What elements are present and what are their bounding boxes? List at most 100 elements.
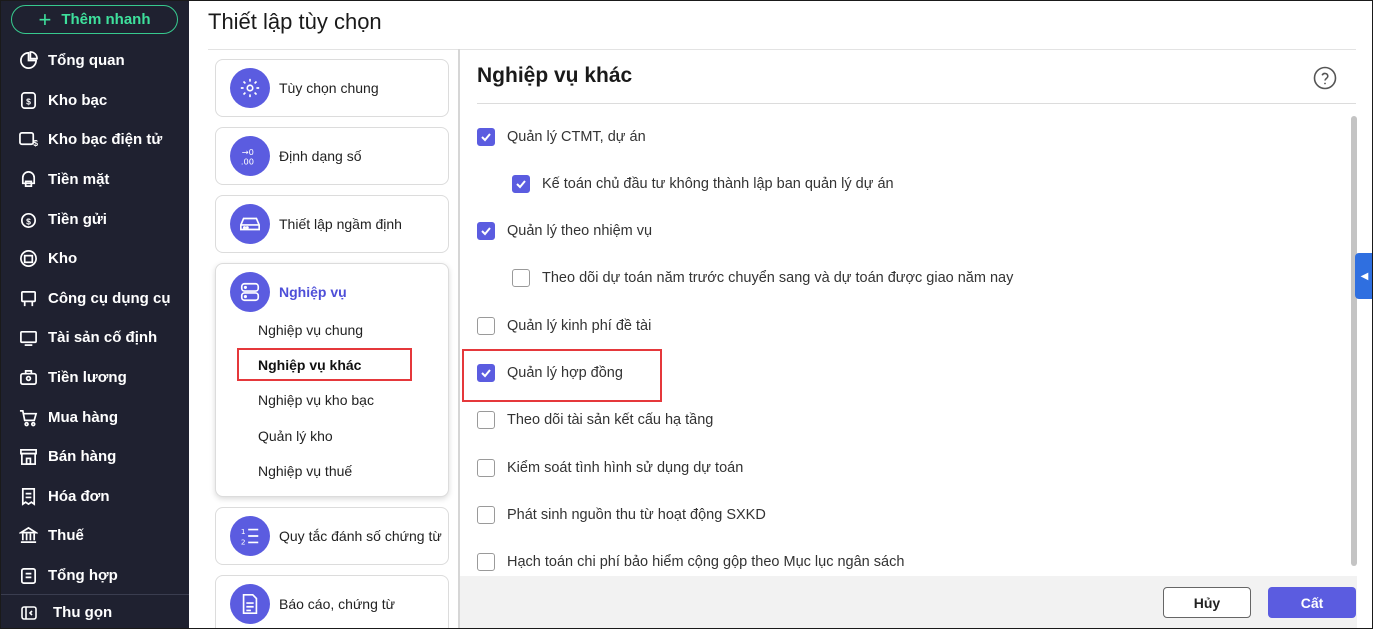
- e-treasury-icon: $: [19, 132, 38, 149]
- submenu-item-general-business[interactable]: Nghiệp vụ chung: [216, 312, 448, 347]
- title-divider: [208, 49, 1356, 50]
- checkbox-checked[interactable]: [512, 175, 530, 193]
- treasury-icon: $: [20, 91, 37, 109]
- option-business-revenue[interactable]: Phát sinh nguồn thu từ hoạt động SXKD: [477, 506, 766, 524]
- caret-left-icon: ◀: [1360, 270, 1369, 282]
- sidebar-nav: Tổng quan $ Kho bạc $ Kho bạc điện tử Ti…: [1, 41, 189, 595]
- sidebar-item-overview[interactable]: Tổng quan: [1, 41, 189, 81]
- option-budget-control[interactable]: Kiểm soát tình hình sử dụng dự toán: [477, 459, 743, 477]
- sidebar-item-fixed-assets[interactable]: Tài sản cố định: [1, 318, 189, 358]
- cash-icon: [21, 171, 36, 188]
- app-window: + Thêm nhanh Tổng quan $ Kho bạc $ Kho b…: [0, 0, 1373, 629]
- quick-add-button[interactable]: + Thêm nhanh: [11, 5, 178, 34]
- cart-icon: [19, 409, 38, 427]
- category-default-setup[interactable]: Thiết lập ngầm định: [215, 195, 449, 253]
- submenu-item-warehouse-management[interactable]: Quản lý kho: [216, 418, 448, 453]
- pie-chart-icon: [20, 51, 38, 70]
- save-button[interactable]: Cất: [1268, 587, 1356, 618]
- drive-icon: [230, 204, 270, 244]
- warehouse-icon: [20, 250, 37, 268]
- sidebar-item-deposit[interactable]: $ Tiền gửi: [1, 199, 189, 239]
- option-ctmt-project[interactable]: Quản lý CTMT, dự án: [477, 128, 646, 146]
- checkbox-unchecked[interactable]: [477, 411, 495, 429]
- number-format-icon: →0.00: [230, 136, 270, 176]
- svg-text:.00: .00: [241, 156, 254, 166]
- submenu-item-other-business[interactable]: Nghiệp vụ khác: [216, 347, 448, 382]
- category-business[interactable]: Nghiệp vụ Nghiệp vụ chung Nghiệp vụ khác…: [215, 263, 449, 497]
- svg-text:$: $: [26, 96, 31, 106]
- svg-text:$: $: [26, 216, 31, 226]
- checkbox-checked[interactable]: [477, 364, 495, 382]
- store-icon: [20, 449, 37, 466]
- scrollbar[interactable]: [1351, 116, 1357, 566]
- option-investor-accounting[interactable]: Kế toán chủ đầu tư không thành lập ban q…: [512, 175, 894, 193]
- invoice-icon: [21, 487, 36, 506]
- section-title: Nghiệp vụ khác: [477, 64, 633, 87]
- checkbox-unchecked[interactable]: [512, 269, 530, 287]
- sidebar-item-invoice[interactable]: Hóa đơn: [1, 477, 189, 517]
- sidebar-item-summary[interactable]: Tổng hợp: [1, 556, 189, 596]
- cancel-button[interactable]: Hủy: [1163, 587, 1251, 618]
- category-label: Nghiệp vụ: [279, 284, 347, 300]
- deposit-icon: $: [20, 212, 37, 228]
- section-divider: [477, 103, 1356, 104]
- sidebar-item-cash[interactable]: Tiền mặt: [1, 160, 189, 200]
- category-label: Thiết lập ngầm định: [279, 216, 402, 232]
- category-label: Tùy chọn chung: [279, 80, 379, 96]
- sidebar-item-e-treasury[interactable]: $ Kho bạc điện tử: [1, 120, 189, 160]
- option-task-management[interactable]: Quản lý theo nhiệm vụ: [477, 222, 652, 240]
- check-icon: [516, 180, 526, 189]
- summary-icon: [20, 568, 37, 584]
- quick-add-label: Thêm nhanh: [61, 11, 151, 28]
- numbered-list-icon: 12: [230, 516, 270, 556]
- category-label: Báo cáo, chứng từ: [279, 596, 396, 612]
- category-label: Định dạng số: [279, 148, 362, 164]
- gear-icon: [230, 68, 270, 108]
- sidebar-item-tools[interactable]: Công cụ dụng cụ: [1, 279, 189, 319]
- checkbox-unchecked[interactable]: [477, 553, 495, 571]
- page-title: Thiết lập tùy chọn: [208, 9, 382, 34]
- submenu-item-tax-business[interactable]: Nghiệp vụ thuế: [216, 454, 448, 489]
- sidebar-item-warehouse[interactable]: Kho: [1, 239, 189, 279]
- checkbox-checked[interactable]: [477, 222, 495, 240]
- option-contract-management[interactable]: Quản lý hợp đồng: [477, 364, 623, 382]
- check-icon: [481, 369, 491, 378]
- tax-icon: [19, 527, 38, 544]
- business-submenu: Nghiệp vụ chung Nghiệp vụ khác Nghiệp vụ…: [216, 312, 448, 489]
- collapse-icon: [21, 605, 37, 620]
- checkbox-unchecked[interactable]: [477, 506, 495, 524]
- tools-icon: [20, 290, 37, 306]
- svg-text:1: 1: [241, 527, 246, 536]
- category-numbering[interactable]: 12 Quy tắc đánh số chứng từ: [215, 507, 449, 565]
- sidebar-item-salary[interactable]: Tiền lương: [1, 358, 189, 398]
- help-icon[interactable]: [1313, 66, 1337, 90]
- option-research-funding[interactable]: Quản lý kinh phí đề tài: [477, 317, 651, 335]
- check-icon: [481, 133, 491, 142]
- submenu-item-treasury-business[interactable]: Nghiệp vụ kho bạc: [216, 383, 448, 418]
- sidebar-item-treasury[interactable]: $ Kho bạc: [1, 81, 189, 121]
- fixed-asset-icon: [20, 331, 37, 347]
- check-icon: [481, 227, 491, 236]
- category-reports[interactable]: Báo cáo, chứng từ: [215, 575, 449, 628]
- category-number-format[interactable]: →0.00 Định dạng số: [215, 127, 449, 185]
- category-general[interactable]: Tùy chọn chung: [215, 59, 449, 117]
- checkbox-checked[interactable]: [477, 128, 495, 146]
- svg-text:$: $: [33, 139, 38, 149]
- column-divider: [458, 49, 460, 628]
- sidebar-item-purchase[interactable]: Mua hàng: [1, 397, 189, 437]
- checkbox-unchecked[interactable]: [477, 459, 495, 477]
- server-icon: [230, 272, 270, 312]
- plus-icon: +: [38, 6, 52, 32]
- sidebar-item-sales[interactable]: Bán hàng: [1, 437, 189, 477]
- option-infrastructure-assets[interactable]: Theo dõi tài sản kết cấu hạ tầng: [477, 411, 713, 429]
- svg-text:2: 2: [241, 537, 246, 546]
- document-icon: [230, 584, 270, 624]
- category-label: Quy tắc đánh số chứng từ: [279, 528, 442, 544]
- option-insurance-cost[interactable]: Hạch toán chi phí bảo hiểm cộng gộp theo…: [477, 553, 904, 571]
- sidebar: + Thêm nhanh Tổng quan $ Kho bạc $ Kho b…: [1, 1, 189, 628]
- collapse-sidebar-button[interactable]: Thu gọn: [1, 594, 189, 628]
- sidebar-item-tax[interactable]: Thuế: [1, 516, 189, 556]
- side-panel-toggle[interactable]: ◀: [1355, 253, 1372, 299]
- option-budget-tracking[interactable]: Theo dõi dự toán năm trước chuyển sang v…: [512, 269, 1013, 287]
- checkbox-unchecked[interactable]: [477, 317, 495, 335]
